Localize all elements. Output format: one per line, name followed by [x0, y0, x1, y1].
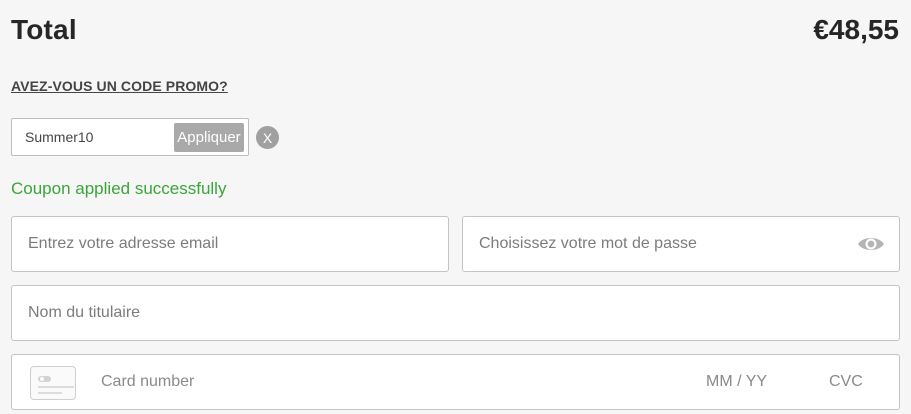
apply-coupon-button[interactable]: Appliquer [174, 123, 244, 152]
card-cvc-input[interactable]: CVC [829, 373, 863, 391]
cardholder-placeholder: Nom du titulaire [28, 304, 141, 321]
total-row: Total €48,55 [11, 14, 899, 46]
promo-code-link[interactable]: AVEZ-VOUS UN CODE PROMO? [11, 78, 228, 94]
coupon-success-message: Coupon applied successfully [11, 179, 227, 198]
card-expiry-input[interactable]: MM / YY [706, 373, 767, 391]
remove-coupon-button[interactable]: X [256, 126, 279, 149]
remove-coupon-label: X [262, 129, 273, 146]
total-label: Total [11, 14, 77, 45]
password-field[interactable]: Choisissez votre mot de passe [462, 216, 900, 272]
card-number-input[interactable]: Card number [101, 373, 194, 391]
card-details-field[interactable]: Card number MM / YY CVC [11, 354, 900, 410]
total-amount: €48,55 [813, 14, 899, 45]
email-placeholder: Entrez votre adresse email [28, 235, 219, 252]
coupon-input[interactable] [12, 119, 172, 155]
coupon-field: Appliquer [11, 118, 249, 156]
email-field[interactable]: Entrez votre adresse email [11, 216, 449, 272]
password-placeholder: Choisissez votre mot de passe [479, 235, 697, 252]
credit-card-icon [30, 366, 76, 400]
eye-icon[interactable] [857, 234, 885, 254]
cardholder-name-field[interactable]: Nom du titulaire [11, 285, 900, 341]
